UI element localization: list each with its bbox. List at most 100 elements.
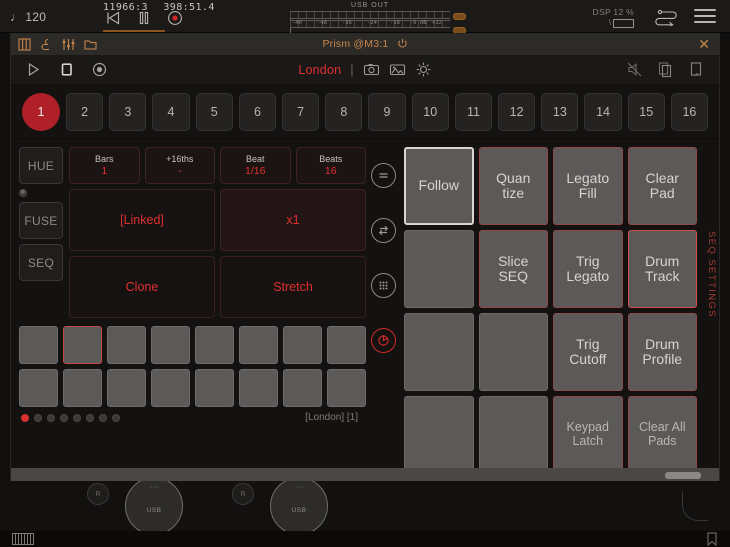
function-pad-keypad-latch[interactable]: Keypad Latch [553,396,623,474]
meter-cap-left[interactable] [453,13,466,20]
action-cell-x1[interactable]: x1 [220,189,366,251]
scene-pad-6[interactable]: 6 [238,92,277,131]
page-dot-6[interactable] [86,414,94,422]
function-pad-trig-legato[interactable]: Trig Legato [553,230,623,308]
scene-pad-9[interactable]: 9 [368,92,406,131]
gear-icon[interactable] [415,61,432,78]
info-cell-bars[interactable]: Bars 1 [69,147,140,184]
function-pad-clear-all-pads[interactable]: Clear All Pads [627,396,697,474]
piano-keyboard-icon[interactable] [12,533,34,545]
device-2-knob[interactable]: ~~~ USB [270,481,328,531]
scene-pad-14[interactable]: 14 [584,92,622,131]
page-dot-5[interactable] [73,414,81,422]
info-cell--16ths[interactable]: +16ths - [144,147,215,184]
sample-pad[interactable] [239,326,278,364]
left-pad-footer: [London] [1] [19,412,366,426]
scene-pad-8[interactable]: 8 [325,92,363,131]
function-pad-slice-seq[interactable]: Slice SEQ [478,230,548,308]
sample-pad[interactable] [151,326,190,364]
function-pad-empty-12[interactable] [404,396,474,474]
device-1-small-knob[interactable]: R [87,483,109,505]
hue-button[interactable]: HUE [19,147,63,184]
page-dot-4[interactable] [60,414,68,422]
scene-pad-16[interactable]: 16 [670,92,709,131]
sample-pad[interactable] [327,326,366,364]
action-cell-stretch[interactable]: Stretch [220,256,366,318]
device-1-knob[interactable]: ~~~ USB [125,481,183,531]
tempo-display[interactable]: ♩ 120 [10,10,46,24]
scene-pad-11[interactable]: 11 [454,92,493,131]
action-cell--linked-[interactable]: [Linked] [69,189,215,251]
preset-name[interactable]: London [298,63,341,77]
seq-button[interactable]: SEQ [19,244,63,281]
info-cell-beats[interactable]: Beats 16 [295,147,366,184]
function-pad-empty-4[interactable] [404,230,474,308]
hamburger-menu-icon[interactable] [694,9,716,27]
sample-pad[interactable] [327,369,366,407]
sample-pad[interactable] [107,369,146,407]
seq-settings-label[interactable]: SEQ SETTINGS [706,231,717,318]
sample-pad[interactable] [239,369,278,407]
close-icon[interactable]: ✕ [698,37,710,51]
scene-pad-1[interactable]: 1 [22,92,60,131]
scene-pad-5[interactable]: 5 [195,92,233,131]
dot-button[interactable]: • [19,184,27,201]
scene-pad-4[interactable]: 4 [152,92,190,131]
sample-pad[interactable] [63,369,102,407]
device-2-small-knob[interactable]: R [232,483,254,505]
info-cell-beat[interactable]: Beat 1/16 [220,147,291,184]
power-icon[interactable] [397,38,408,49]
fuse-button[interactable]: FUSE [19,202,63,239]
scene-pad-7[interactable]: 7 [282,92,320,131]
function-pad-empty-9[interactable] [478,313,548,391]
page-dot-8[interactable] [112,414,120,422]
device-2[interactable]: R ~~~ USB 2: Chicago [232,481,328,531]
sample-pad[interactable] [63,326,102,364]
function-pad-clear-pad[interactable]: Clear Pad [627,147,697,225]
pause-icon[interactable] [136,10,152,26]
scene-pad-10[interactable]: 10 [411,92,449,131]
swap-arrows-icon[interactable] [370,218,396,243]
sample-pad[interactable] [19,369,58,407]
sample-pad[interactable] [195,369,234,407]
function-pad-drum-track[interactable]: Drum Track [627,230,697,308]
sample-pad[interactable] [195,326,234,364]
sample-pad[interactable] [283,326,322,364]
target-record-icon[interactable] [370,328,396,353]
sample-pad[interactable] [283,369,322,407]
mute-icon[interactable] [626,61,643,78]
paste-icon[interactable] [688,61,705,78]
function-pad-empty-13[interactable] [478,396,548,474]
camera-icon[interactable] [363,61,380,78]
function-pad-trig-cutoff[interactable]: Trig Cutoff [553,313,623,391]
page-dot-2[interactable] [34,414,42,422]
bookmark-icon[interactable] [706,532,718,546]
action-cell-clone[interactable]: Clone [69,256,215,318]
sample-pad[interactable] [19,326,58,364]
image-icon[interactable] [389,61,406,78]
resize-handle[interactable] [665,472,701,479]
sample-pad[interactable] [107,326,146,364]
scene-pad-15[interactable]: 15 [627,92,665,131]
loop-icon[interactable] [654,8,678,26]
function-pad-empty-8[interactable] [404,313,474,391]
page-dot-7[interactable] [99,414,107,422]
copy-icon[interactable] [657,61,674,78]
equals-icon[interactable] [370,163,396,188]
rewind-icon[interactable] [105,10,121,26]
page-dot-3[interactable] [47,414,55,422]
function-pad-drum-profile[interactable]: Drum Profile [627,313,697,391]
page-dot-1[interactable] [21,414,29,422]
function-pad-quan-tize[interactable]: Quan tize [478,147,548,225]
function-pad-follow[interactable]: Follow [404,147,474,225]
grid-dots-icon[interactable] [370,273,396,298]
sample-pad[interactable] [151,369,190,407]
record-icon[interactable] [167,10,183,26]
scene-pad-3[interactable]: 3 [109,92,147,131]
function-pad-legato-fill[interactable]: Legato Fill [553,147,623,225]
plugin-title-bar[interactable]: Prism @M3:1 ✕ [11,34,719,56]
scene-pad-13[interactable]: 13 [541,92,579,131]
scene-pad-12[interactable]: 12 [498,92,536,131]
scene-pad-2[interactable]: 2 [66,92,104,131]
device-1[interactable]: R ~~~ USB 1: London [87,481,183,531]
